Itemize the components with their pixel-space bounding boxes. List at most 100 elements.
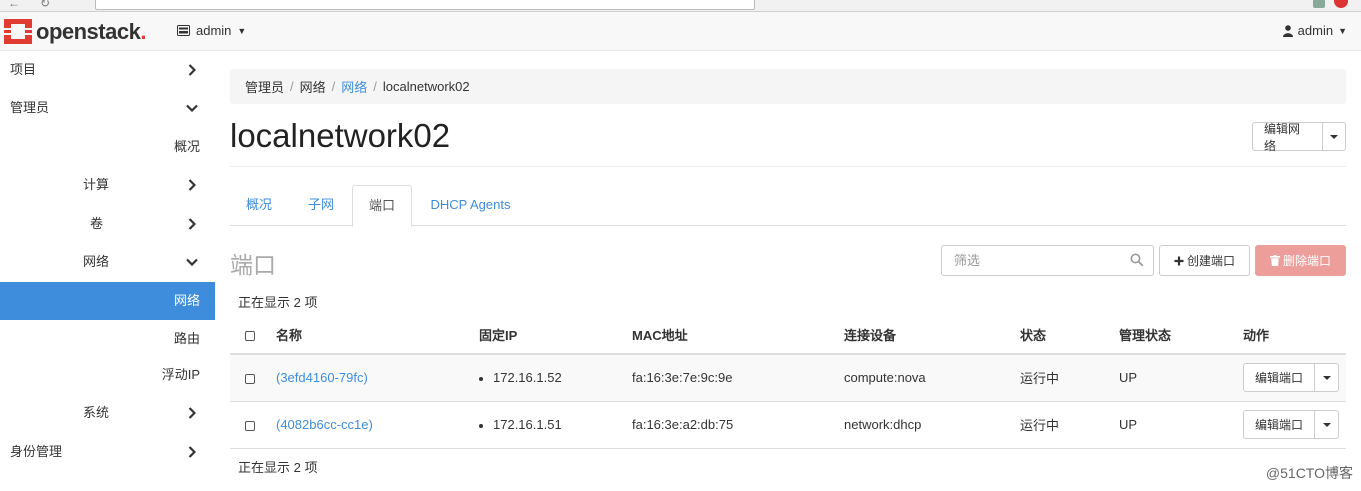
sidebar-item-label: 网络 (173, 293, 200, 308)
column-header-admin-state[interactable]: 管理状态 (1119, 316, 1243, 355)
row-actions-dropdown-toggle[interactable] (1315, 410, 1340, 439)
caret-down-icon (1322, 375, 1331, 380)
select-all-checkbox[interactable] (245, 330, 255, 341)
watermark: @51CTO博客 (1265, 465, 1353, 481)
plus-icon (1174, 256, 1184, 265)
edit-port-button[interactable]: 编辑端口 (1243, 363, 1316, 393)
list-bullet (479, 423, 483, 428)
caret-down-icon (1329, 134, 1338, 139)
chevron-right-icon (185, 394, 199, 432)
openstack-logo[interactable]: openstack. (4, 19, 146, 44)
table-header-row: 名称 固定IP MAC地址 连接设备 状态 管理状态 动作 (230, 316, 1346, 355)
column-header-device[interactable]: 连接设备 (844, 316, 1020, 355)
breadcrumb-separator: / (290, 79, 294, 94)
breadcrumb-item-networks[interactable]: 网络 (341, 77, 367, 96)
fixed-ip: 172.16.1.51 (493, 417, 562, 432)
select-all-cell (230, 316, 276, 355)
sidebar-item-volumes[interactable]: 卷 (0, 205, 215, 243)
detail-tabs: 概况 子网 端口 DHCP Agents (230, 185, 1346, 227)
extension-badge-icon[interactable] (1334, 0, 1348, 8)
breadcrumb-separator: / (331, 79, 336, 94)
edit-port-button[interactable]: 编辑端口 (1243, 410, 1316, 439)
sidebar-item-routers[interactable]: 路由 (0, 320, 215, 358)
column-header-mac[interactable]: MAC地址 (632, 316, 844, 355)
fixed-ip-cell: 172.16.1.51 (479, 401, 632, 449)
filter-input[interactable] (942, 246, 1112, 275)
port-status: 运行中 (1020, 354, 1119, 402)
sidebar-item-identity[interactable]: 身份管理 (0, 433, 215, 471)
section-title: 端口 (230, 252, 276, 278)
extension-icon[interactable] (1313, 0, 1325, 8)
column-header-fixed-ip[interactable]: 固定IP (479, 316, 632, 355)
breadcrumb-item-admin[interactable]: 管理员 (245, 77, 284, 96)
column-header-status[interactable]: 状态 (1020, 316, 1119, 355)
table-row: (4082b6cc-cc1e) 172.16.1.51 fa:16:3e:a2:… (230, 401, 1346, 449)
sidebar-item-label: 管理员 (10, 100, 50, 115)
filter-box (941, 245, 1154, 276)
delete-ports-label: 删除端口 (1282, 254, 1331, 268)
caret-down-icon: ▼ (1338, 25, 1347, 36)
trash-icon (1269, 255, 1280, 266)
project-dropdown[interactable]: admin ▼ (177, 23, 246, 38)
row-select-cell (230, 354, 276, 402)
top-navbar: openstack. admin ▼ admin ▼ (0, 12, 1361, 51)
mac-address: fa:16:3e:a2:db:75 (632, 401, 844, 449)
table-row: (3efd4160-79fc) 172.16.1.52 fa:16:3e:7e:… (230, 354, 1346, 402)
sidebar-item-project[interactable]: 项目 (0, 51, 215, 89)
chevron-down-icon (185, 89, 199, 127)
sidebar-item-admin[interactable]: 管理员 (0, 89, 215, 127)
user-dropdown[interactable]: admin ▼ (1282, 23, 1347, 38)
chevron-right-icon (185, 205, 199, 243)
tab-dhcp-agents[interactable]: DHCP Agents (420, 185, 521, 226)
item-count-bottom: 正在显示 2 项 (238, 460, 318, 475)
edit-network-button[interactable]: 编辑网络 (1252, 122, 1323, 153)
logo-text: openstack. (36, 19, 146, 44)
row-actions-dropdown-toggle[interactable] (1315, 363, 1340, 393)
tab-subnets[interactable]: 子网 (293, 185, 349, 226)
row-action-group: 编辑端口 (1243, 410, 1340, 439)
admin-state: UP (1119, 401, 1243, 449)
breadcrumb-separator: / (373, 79, 377, 94)
row-checkbox[interactable] (245, 420, 255, 431)
sidebar-item-floating-ips[interactable]: 浮动IP (0, 356, 215, 394)
chevron-down-icon (185, 243, 199, 281)
address-bar[interactable] (95, 0, 755, 10)
breadcrumb-item-network-panel[interactable]: 网络 (300, 77, 326, 96)
sidebar-item-label: 身份管理 (10, 444, 63, 459)
port-name-link[interactable]: (3efd4160-79fc) (276, 370, 368, 385)
create-port-button[interactable]: 创建端口 (1159, 245, 1250, 276)
sidebar-item-overview[interactable]: 概况 (0, 128, 215, 166)
column-header-name[interactable]: 名称 (276, 316, 479, 355)
mac-address: fa:16:3e:7e:9c:9e (632, 354, 844, 402)
sidebar-item-label: 卷 (90, 216, 104, 231)
sidebar-item-label: 项目 (10, 62, 37, 77)
port-name-link[interactable]: (4082b6cc-cc1e) (276, 417, 373, 432)
edit-network-dropdown-toggle[interactable] (1322, 122, 1346, 151)
tab-overview[interactable]: 概况 (230, 185, 288, 226)
tab-ports[interactable]: 端口 (352, 185, 412, 227)
sidebar-item-network-group[interactable]: 网络 (0, 243, 215, 281)
search-icon[interactable] (1130, 253, 1144, 267)
sidebar-item-label: 路由 (173, 331, 200, 346)
openstack-logo-icon (4, 19, 32, 44)
project-label: admin (196, 23, 232, 38)
port-status: 运行中 (1020, 401, 1119, 449)
row-select-cell (230, 401, 276, 449)
sidebar-item-networks[interactable]: 网络 (0, 282, 215, 320)
keyboard-icon (177, 25, 190, 36)
reload-icon[interactable]: ↻ (40, 0, 50, 9)
row-checkbox[interactable] (245, 373, 255, 384)
divider (230, 166, 1346, 167)
back-icon[interactable]: ← (8, 0, 20, 9)
admin-state: UP (1119, 354, 1243, 402)
sidebar-item-compute[interactable]: 计算 (0, 166, 215, 204)
sidebar-item-system[interactable]: 系统 (0, 394, 215, 432)
breadcrumb: 管理员 / 网络 / 网络 / localnetwork02 (230, 69, 1346, 104)
caret-down-icon (1322, 422, 1331, 427)
sidebar-item-label: 计算 (83, 177, 110, 192)
chevron-right-icon (185, 166, 199, 204)
delete-ports-button[interactable]: 删除端口 (1255, 245, 1346, 276)
user-icon (1282, 24, 1293, 37)
attached-device: compute:nova (844, 354, 1020, 402)
edit-network-button-group: 编辑网络 (1252, 122, 1346, 153)
